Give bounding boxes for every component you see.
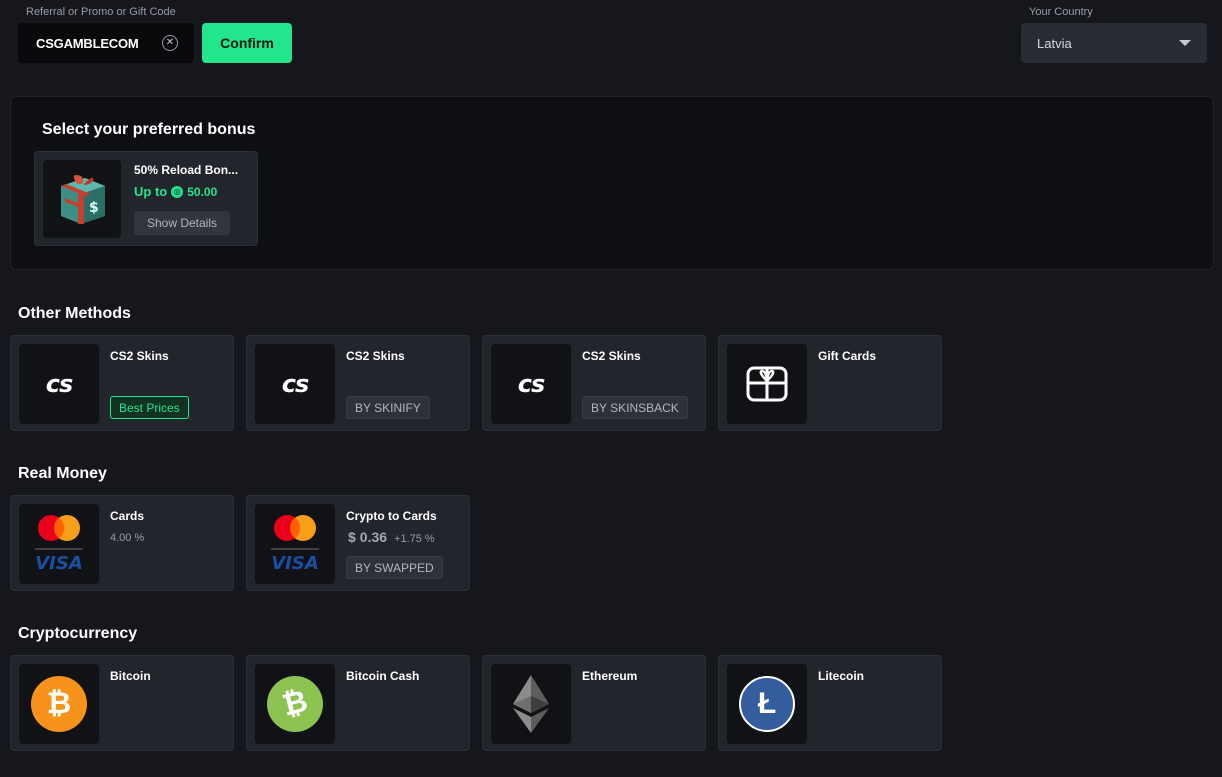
method-name: Gift Cards — [818, 349, 877, 363]
svg-text:$: $ — [89, 200, 99, 216]
chevron-down-icon — [1179, 40, 1191, 46]
fee-percent: 4.00 % — [110, 532, 145, 544]
method-name: Bitcoin — [110, 669, 151, 683]
section-title-other-methods: Other Methods — [18, 305, 131, 322]
method-name: CS2 Skins — [110, 349, 169, 363]
price-symbol: $ — [348, 529, 356, 545]
coin-icon: ◎ — [171, 185, 184, 198]
gift-card-icon — [727, 344, 807, 424]
mastercard-visa-icon: VISA — [255, 504, 335, 584]
mastercard-visa-icon: VISA — [19, 504, 99, 584]
method-card-bitcoin-cash[interactable]: ₿ Bitcoin Cash — [246, 655, 470, 751]
country-value: Latvia — [1037, 35, 1072, 51]
provider-badge: BY SKINSBACK — [582, 396, 688, 419]
svg-text:VISA: VISA — [35, 553, 83, 574]
country-label: Your Country — [1029, 6, 1093, 18]
provider-badge: BY SKINIFY — [346, 396, 430, 419]
method-name: CS2 Skins — [582, 349, 641, 363]
gift-box-icon: $ — [43, 160, 121, 238]
show-details-button[interactable]: Show Details — [134, 211, 230, 235]
method-card-bitcoin[interactable]: ₿ Bitcoin — [10, 655, 234, 751]
promo-code-input[interactable]: CSGAMBLECOM ✕ — [18, 23, 194, 63]
bitcoin-icon: ₿ — [19, 664, 99, 744]
provider-badge: BY SWAPPED — [346, 556, 443, 579]
cs2-logo-icon: cs — [255, 344, 335, 424]
method-card-crypto-to-cards[interactable]: VISA Crypto to Cards $ 0.36 +1.75 % BY S… — [246, 495, 470, 591]
method-name: Crypto to Cards — [346, 509, 437, 523]
clear-icon[interactable]: ✕ — [162, 35, 178, 51]
method-card-cs2-skins-skinify[interactable]: cs CS2 Skins BY SKINIFY — [246, 335, 470, 431]
cs2-logo-icon: cs — [19, 344, 99, 424]
method-card-cs2-skins[interactable]: cs CS2 Skins Best Prices — [10, 335, 234, 431]
method-name: Litecoin — [818, 669, 865, 683]
method-name: Cards — [110, 509, 145, 523]
bonus-title: Select your preferred bonus — [42, 121, 256, 138]
method-card-cards[interactable]: VISA Cards 4.00 % — [10, 495, 234, 591]
fee-percent: +1.75 % — [394, 533, 435, 545]
svg-text:VISA: VISA — [271, 553, 319, 574]
country-select[interactable]: Latvia — [1021, 23, 1207, 63]
method-card-gift-cards[interactable]: Gift Cards — [718, 335, 942, 431]
method-name: Ethereum — [582, 669, 638, 683]
litecoin-icon: Ł — [727, 664, 807, 744]
price-value: 0.36 — [359, 529, 388, 545]
promo-code-label: Referral or Promo or Gift Code — [26, 6, 176, 18]
confirm-button[interactable]: Confirm — [202, 23, 292, 63]
bonus-up-to-label: Up to — [134, 184, 168, 199]
section-title-real-money: Real Money — [18, 465, 107, 482]
method-card-litecoin[interactable]: Ł Litecoin — [718, 655, 942, 751]
method-card-cs2-skins-skinsback[interactable]: cs CS2 Skins BY SKINSBACK — [482, 335, 706, 431]
method-card-ethereum[interactable]: Ethereum — [482, 655, 706, 751]
section-title-cryptocurrency: Cryptocurrency — [18, 625, 138, 642]
cs2-logo-icon: cs — [491, 344, 571, 424]
method-name: Bitcoin Cash — [346, 669, 420, 683]
bonus-amount: Up to ◎ 50.00 — [134, 184, 217, 199]
method-name: CS2 Skins — [346, 349, 405, 363]
best-prices-badge: Best Prices — [110, 396, 189, 419]
price-line: $ 0.36 +1.75 % — [348, 529, 435, 545]
bonus-amount-value: 50.00 — [187, 184, 218, 199]
ethereum-icon — [491, 664, 571, 744]
bonus-name: 50% Reload Bon... — [134, 163, 239, 177]
promo-code-value: CSGAMBLECOM — [36, 35, 139, 51]
bitcoin-cash-icon: ₿ — [255, 664, 335, 744]
